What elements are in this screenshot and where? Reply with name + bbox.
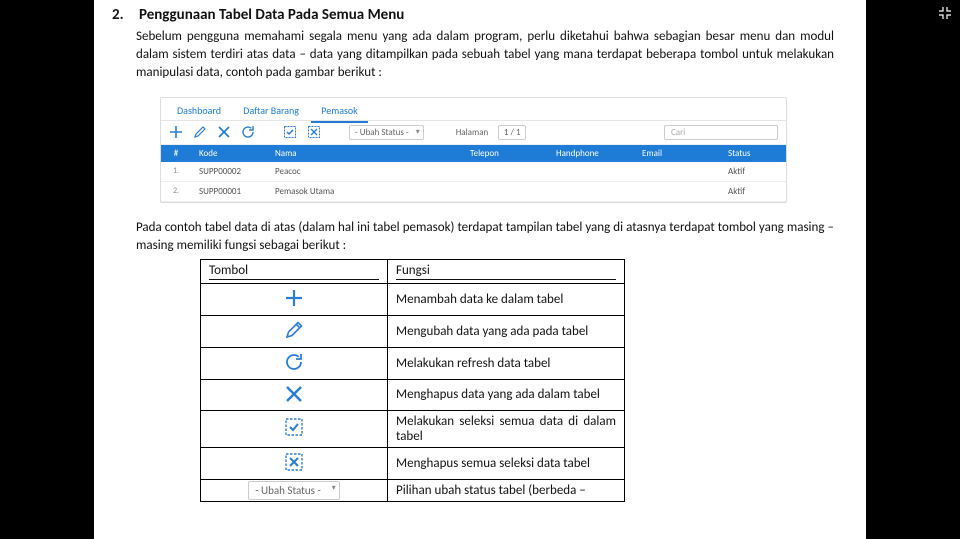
search-input[interactable]: Cari xyxy=(664,125,778,140)
func-icon-select-all xyxy=(201,410,388,447)
edit-icon xyxy=(283,319,305,341)
section-title: Penggunaan Tabel Data Pada Semua Menu xyxy=(139,6,404,24)
func-desc: Pilihan ubah status tabel (berbeda – xyxy=(388,479,625,501)
func-desc: Menghapus semua seleksi data tabel xyxy=(388,447,625,479)
col-num[interactable]: # xyxy=(161,145,191,162)
col-handphone[interactable]: Handphone xyxy=(548,145,634,162)
func-icon-plus xyxy=(201,283,388,315)
select-all-icon xyxy=(283,416,305,438)
refresh-icon[interactable] xyxy=(241,125,255,139)
func-desc: Melakukan seleksi semua data di dalam ta… xyxy=(388,410,625,447)
page-label: Halaman xyxy=(456,127,489,138)
edit-icon[interactable] xyxy=(193,125,207,139)
function-table: Tombol Fungsi Menambah data ke dalam tab… xyxy=(200,259,625,502)
func-desc: Melakukan refresh data tabel xyxy=(388,347,625,379)
col-kode[interactable]: Kode xyxy=(191,145,267,162)
paragraph-2: Pada contoh tabel data di atas (dalam ha… xyxy=(136,219,834,255)
func-header-fungsi: Fungsi xyxy=(388,259,625,283)
tab-bar: Dashboard Daftar Barang Pemasok xyxy=(161,98,786,121)
data-grid: # Kode Nama Telepon Handphone Email Stat… xyxy=(161,145,786,202)
plus-icon xyxy=(283,287,305,309)
col-nama[interactable]: Nama xyxy=(267,145,462,162)
select-all-icon[interactable] xyxy=(283,125,297,139)
table-row[interactable]: 1. SUPP00002 Peacoc Aktif xyxy=(161,162,786,182)
tab-pemasok[interactable]: Pemasok xyxy=(311,102,367,123)
func-desc: Menambah data ke dalam tabel xyxy=(388,283,625,315)
func-header-tombol: Tombol xyxy=(201,259,388,283)
table-row[interactable]: 2. SUPP00001 Pemasok Utama Aktif xyxy=(161,181,786,201)
viewport: 2. Penggunaan Tabel Data Pada Semua Menu… xyxy=(0,0,960,539)
embedded-screenshot: Dashboard Daftar Barang Pemasok - Ubah S… xyxy=(160,97,787,203)
col-telepon[interactable]: Telepon xyxy=(462,145,548,162)
close-icon xyxy=(283,383,305,405)
func-icon-close xyxy=(201,379,388,410)
func-icon-status: - Ubah Status - xyxy=(201,479,388,501)
exit-fullscreen-icon[interactable] xyxy=(936,4,956,24)
deselect-all-icon[interactable] xyxy=(307,125,321,139)
func-desc: Menghapus data yang ada dalam tabel xyxy=(388,379,625,410)
refresh-icon xyxy=(283,351,305,373)
func-icon-refresh xyxy=(201,347,388,379)
close-icon[interactable] xyxy=(217,125,231,139)
section-number: 2. xyxy=(112,6,136,24)
func-icon-deselect-all xyxy=(201,447,388,479)
tab-daftar-barang[interactable]: Daftar Barang xyxy=(233,102,309,121)
col-email[interactable]: Email xyxy=(634,145,720,162)
page-value[interactable]: 1 / 1 xyxy=(498,125,526,140)
status-select[interactable]: - Ubah Status - xyxy=(349,125,424,140)
tab-dashboard[interactable]: Dashboard xyxy=(167,102,231,121)
paragraph-1: Sebelum pengguna memahami segala menu ya… xyxy=(136,28,834,83)
func-desc: Mengubah data yang ada pada tabel xyxy=(388,315,625,347)
document-page: 2. Penggunaan Tabel Data Pada Semua Menu… xyxy=(94,0,866,539)
status-select-button[interactable]: - Ubah Status - xyxy=(248,481,340,500)
deselect-all-icon xyxy=(283,451,305,473)
toolbar: - Ubah Status - Halaman 1 / 1 Cari xyxy=(161,121,786,145)
func-icon-edit xyxy=(201,315,388,347)
plus-icon[interactable] xyxy=(169,125,183,139)
col-status[interactable]: Status xyxy=(720,145,786,162)
